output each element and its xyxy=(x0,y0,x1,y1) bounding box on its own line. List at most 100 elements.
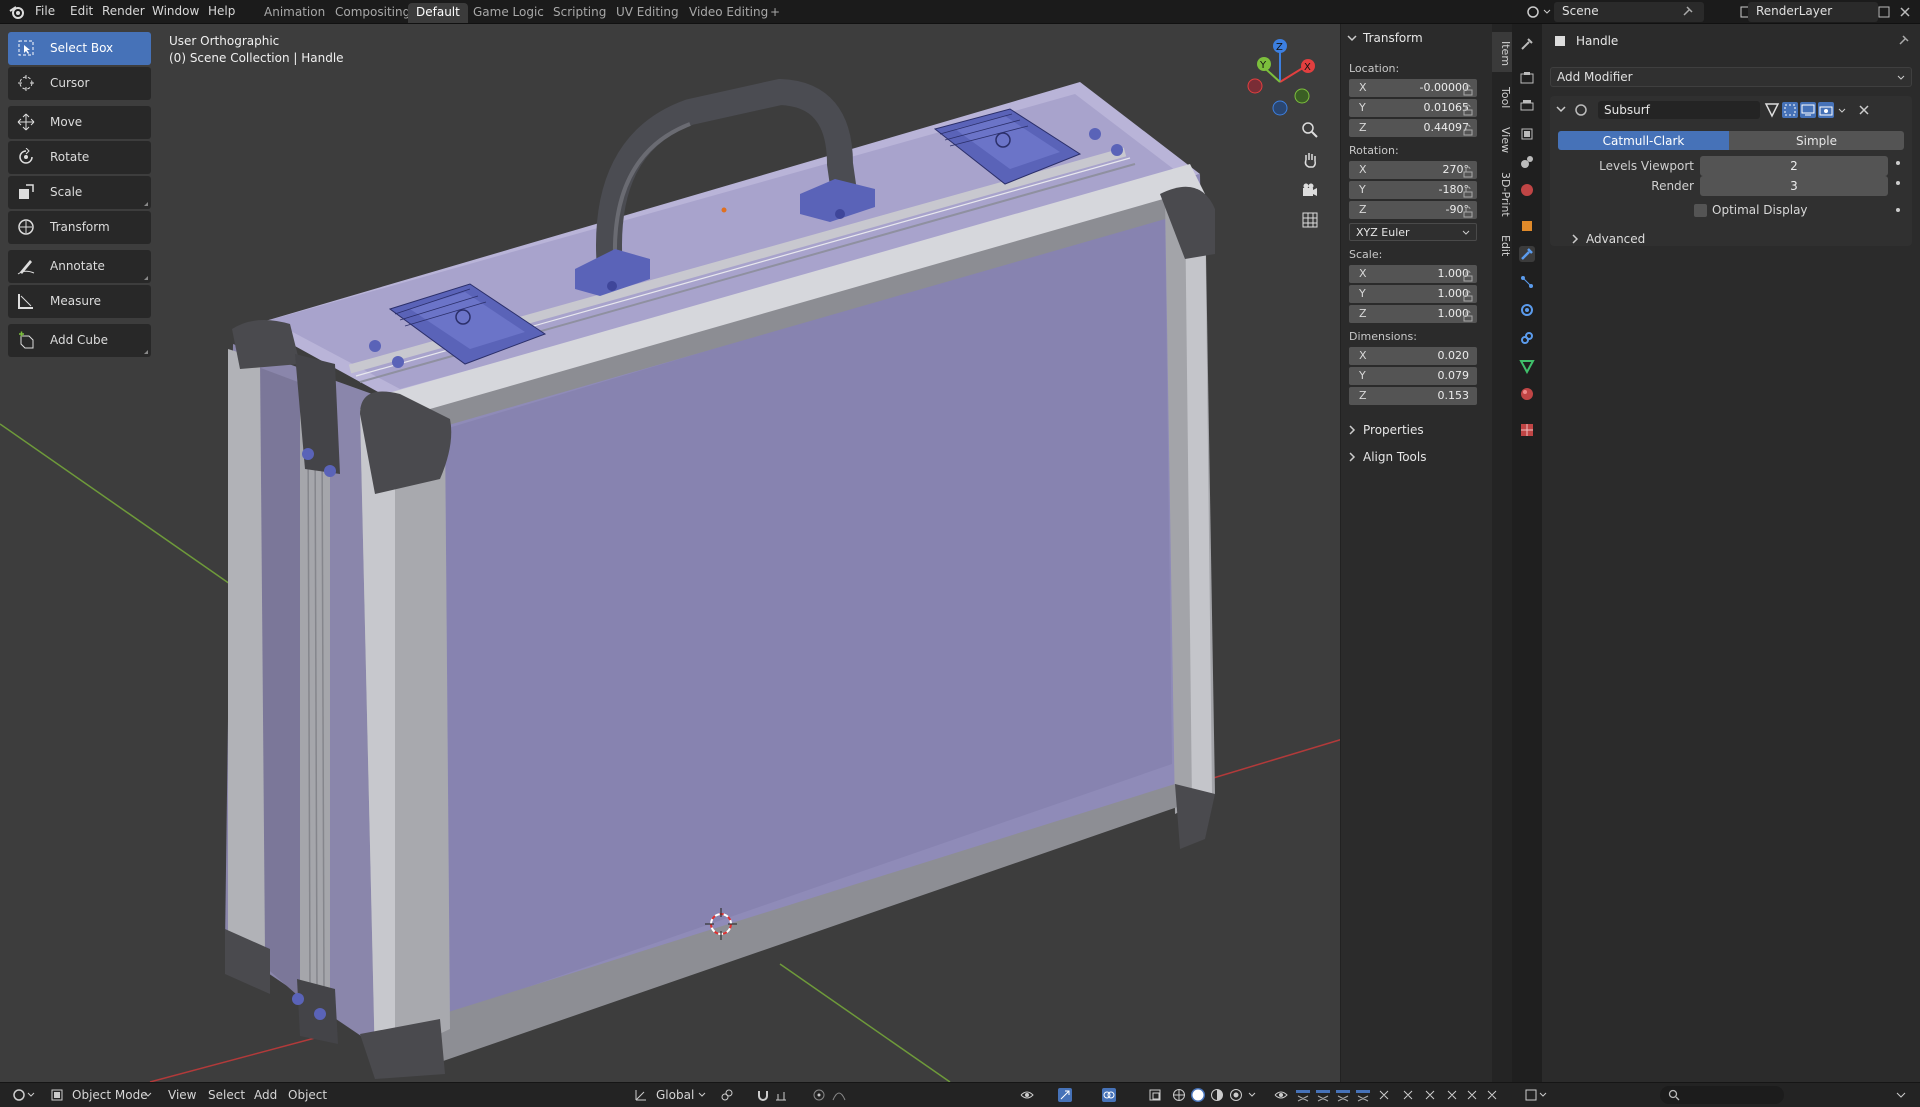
object-data-icon[interactable] xyxy=(1519,358,1535,374)
chevron-right-icon[interactable] xyxy=(1570,234,1580,244)
xray-toggle-icon[interactable] xyxy=(1148,1088,1162,1102)
navigation-gizmo[interactable]: Z X Y xyxy=(1240,34,1320,124)
tool-settings-icon[interactable] xyxy=(1519,36,1535,52)
tab-scripting[interactable]: Scripting xyxy=(545,3,614,23)
chevron-down-icon[interactable] xyxy=(1838,107,1846,115)
material-preview-icon[interactable] xyxy=(1210,1088,1224,1102)
location-x-field[interactable]: X -0.00000 xyxy=(1349,79,1477,97)
tab-item[interactable]: Item xyxy=(1492,32,1512,72)
snap-icon[interactable] xyxy=(756,1088,770,1102)
tool-annotate[interactable]: Annotate xyxy=(8,250,151,283)
simple-button[interactable]: Simple xyxy=(1729,131,1904,150)
lock-icon[interactable] xyxy=(1462,270,1474,282)
tool-rotate[interactable]: Rotate xyxy=(8,141,151,174)
zoom-icon[interactable] xyxy=(1297,117,1323,143)
add-workspace-button[interactable]: + xyxy=(762,3,788,23)
render-layer-field[interactable]: RenderLayer xyxy=(1748,2,1878,22)
menu-view[interactable]: View xyxy=(168,1088,196,1102)
close-icon[interactable] xyxy=(1898,5,1912,19)
add-modifier-dropdown[interactable]: Add Modifier xyxy=(1550,67,1912,87)
menu-edit[interactable]: Edit xyxy=(70,4,93,18)
chevron-down-icon[interactable] xyxy=(1896,1088,1906,1102)
tab-uv-editing[interactable]: UV Editing xyxy=(608,3,687,23)
lock-icon[interactable] xyxy=(1462,310,1474,322)
mode-selector[interactable]: Object Mode xyxy=(72,1088,148,1102)
viewport-display-toggle-icon[interactable] xyxy=(1800,102,1816,118)
scene-selector-icon[interactable] xyxy=(1526,4,1552,20)
tool-cursor[interactable]: Cursor xyxy=(8,67,151,100)
gizmo-toggle-icon[interactable] xyxy=(1058,1088,1072,1102)
close-icon[interactable] xyxy=(1858,104,1870,116)
scene-properties-icon[interactable] xyxy=(1519,154,1535,170)
optimal-display-checkbox[interactable] xyxy=(1694,204,1707,217)
chevron-down-icon[interactable] xyxy=(1556,104,1566,114)
render-visibility-icons[interactable] xyxy=(1378,1088,1498,1102)
tool-measure[interactable]: Measure xyxy=(8,285,151,318)
menu-render[interactable]: Render xyxy=(102,4,145,18)
tool-select-box[interactable]: Select Box xyxy=(8,32,151,65)
particles-icon[interactable] xyxy=(1519,274,1535,290)
world-properties-icon[interactable] xyxy=(1519,182,1535,198)
pan-hand-icon[interactable] xyxy=(1297,147,1323,173)
scale-z-field[interactable]: Z 1.000 xyxy=(1349,305,1477,323)
blender-logo-icon[interactable] xyxy=(8,3,26,21)
keyframe-dot-icon[interactable] xyxy=(1896,161,1900,165)
snap-target-icon[interactable] xyxy=(774,1088,788,1102)
layer-buttons-icon[interactable] xyxy=(1296,1088,1376,1102)
tab-game-logic[interactable]: Game Logic xyxy=(465,3,552,23)
3d-viewport[interactable]: User Orthographic (0) Scene Collection |… xyxy=(0,24,1492,1082)
tab-view[interactable]: View xyxy=(1492,118,1512,158)
render-properties-icon[interactable] xyxy=(1519,70,1535,86)
lock-icon[interactable] xyxy=(1462,84,1474,96)
rotation-y-field[interactable]: Y -180° xyxy=(1349,181,1477,199)
menu-file[interactable]: File xyxy=(35,4,55,18)
tab-default[interactable]: Default xyxy=(408,3,468,23)
render-toggle-icon[interactable] xyxy=(1818,102,1834,118)
chevron-down-icon[interactable] xyxy=(1248,1088,1256,1102)
physics-icon[interactable] xyxy=(1519,302,1535,318)
lock-icon[interactable] xyxy=(1462,186,1474,198)
location-y-field[interactable]: Y 0.01065 xyxy=(1349,99,1477,117)
tool-scale[interactable]: Scale xyxy=(8,176,151,209)
keyframe-dot-icon[interactable] xyxy=(1896,181,1900,185)
texture-icon[interactable] xyxy=(1519,422,1535,438)
location-z-field[interactable]: Z 0.44097 xyxy=(1349,119,1477,137)
tab-animation[interactable]: Animation xyxy=(256,3,333,23)
edit-mode-toggle-icon[interactable] xyxy=(1764,102,1780,118)
scale-y-field[interactable]: Y 1.000 xyxy=(1349,285,1477,303)
object-properties-icon[interactable] xyxy=(1519,218,1535,234)
constraints-icon[interactable] xyxy=(1519,330,1535,346)
catmull-clark-button[interactable]: Catmull-Clark xyxy=(1558,131,1729,150)
camera-view-icon[interactable] xyxy=(1297,177,1323,203)
ortho-grid-icon[interactable] xyxy=(1297,207,1323,233)
pin-icon[interactable] xyxy=(1680,5,1694,19)
scale-x-field[interactable]: X 1.000 xyxy=(1349,265,1477,283)
properties-panel-toggle[interactable]: Properties xyxy=(1363,423,1424,437)
menu-object[interactable]: Object xyxy=(288,1088,327,1102)
material-icon[interactable] xyxy=(1519,386,1535,402)
menu-window[interactable]: Window xyxy=(152,4,199,18)
tab-edit[interactable]: Edit xyxy=(1492,224,1512,264)
rotation-x-field[interactable]: X 270° xyxy=(1349,161,1477,179)
advanced-subpanel-toggle[interactable]: Advanced xyxy=(1586,232,1645,246)
duplicate-layer-icon[interactable] xyxy=(1876,4,1892,20)
levels-viewport-field[interactable]: 2 xyxy=(1700,156,1888,176)
chevron-right-icon[interactable] xyxy=(1347,425,1357,435)
editor-type-icon[interactable] xyxy=(12,1088,38,1102)
keyframe-dot-icon[interactable] xyxy=(1896,208,1900,212)
transform-panel-title[interactable]: Transform xyxy=(1363,31,1423,45)
dimensions-y-field[interactable]: Y 0.079 xyxy=(1349,367,1477,385)
proportional-editing-icon[interactable] xyxy=(812,1088,826,1102)
align-tools-panel-toggle[interactable]: Align Tools xyxy=(1363,450,1426,464)
lock-icon[interactable] xyxy=(1462,290,1474,302)
wireframe-shading-icon[interactable] xyxy=(1172,1088,1186,1102)
menu-help[interactable]: Help xyxy=(208,4,235,18)
tool-transform[interactable]: Transform xyxy=(8,211,151,244)
pin-icon[interactable] xyxy=(1896,34,1910,48)
properties-editor-type-icon[interactable] xyxy=(1524,1088,1550,1102)
dimensions-z-field[interactable]: Z 0.153 xyxy=(1349,387,1477,405)
tab-tool[interactable]: Tool xyxy=(1492,76,1512,116)
hide-eye-icon[interactable] xyxy=(1274,1088,1288,1102)
chevron-right-icon[interactable] xyxy=(1347,452,1357,462)
lock-icon[interactable] xyxy=(1462,166,1474,178)
